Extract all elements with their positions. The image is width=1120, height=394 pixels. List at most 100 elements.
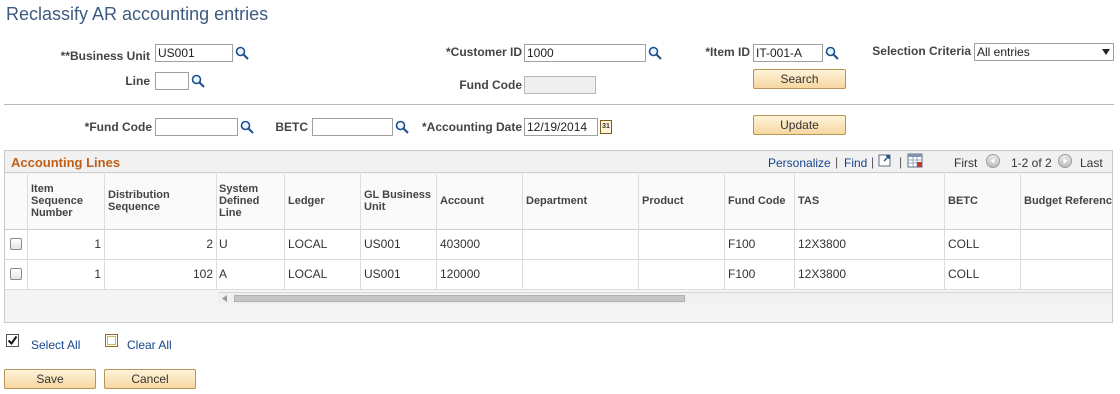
col-department: Department [526, 195, 588, 207]
col-system-defined-line3: Line [219, 207, 242, 219]
update-button[interactable]: Update [753, 115, 846, 135]
prev-icon[interactable] [986, 154, 1000, 168]
cell-system-defined: U [219, 237, 228, 251]
column-divider [1020, 174, 1021, 290]
col-gl-business-unit-line1: GL Business [364, 189, 432, 201]
cell-item-sequence: 1 [94, 237, 101, 251]
cell-item-sequence: 1 [94, 267, 101, 281]
line-input[interactable] [155, 72, 189, 90]
cell-gl-business-unit: US001 [364, 267, 401, 281]
column-divider [216, 174, 217, 290]
search-button[interactable]: Search [753, 69, 846, 89]
find-link[interactable]: Find [844, 156, 867, 170]
next-icon[interactable] [1058, 154, 1072, 168]
cell-gl-business-unit: US001 [364, 237, 401, 251]
cell-ledger: LOCAL [288, 267, 328, 281]
select-all-checkbox-icon[interactable] [6, 334, 19, 347]
grid-title: Accounting Lines [11, 155, 121, 170]
line-lookup-icon[interactable] [191, 74, 205, 88]
selection-criteria-label: Selection Criteria [872, 44, 971, 58]
col-system-defined-line2: Defined [219, 195, 260, 207]
col-ledger: Ledger [288, 195, 325, 207]
clear-all-link[interactable]: Clear All [127, 338, 172, 352]
fund-code-criteria-label: Fund Code [459, 78, 522, 92]
betc-input[interactable] [312, 118, 393, 136]
cell-system-defined: A [219, 267, 228, 281]
cell-distribution-sequence: 2 [206, 237, 213, 251]
col-fund-code: Fund Code [728, 195, 786, 207]
column-divider [944, 174, 945, 290]
accounting-date-label: *Accounting Date [421, 120, 522, 134]
business-unit-input[interactable]: US001 [155, 44, 233, 62]
nav-separator: | [899, 155, 903, 169]
cell-tas: 12X3800 [798, 267, 847, 281]
customer-id-input[interactable]: 1000 [524, 44, 646, 62]
column-divider [104, 174, 105, 290]
nav-separator: | [835, 155, 839, 169]
column-divider [436, 174, 437, 290]
cell-betc: COLL [948, 267, 980, 281]
col-item-sequence-line3: Number [31, 207, 73, 219]
column-divider [638, 174, 639, 290]
download-icon[interactable] [907, 153, 923, 168]
col-gl-business-unit-line2: Unit [364, 201, 386, 213]
betc-label: BETC [275, 120, 308, 134]
fund-code-label: *Fund Code [84, 120, 152, 134]
col-account: Account [440, 195, 484, 207]
business-unit-lookup-icon[interactable] [235, 46, 249, 60]
nav-separator: | [871, 155, 875, 169]
column-divider [27, 174, 28, 290]
fund-code-lookup-icon[interactable] [240, 120, 254, 134]
row-select-checkbox[interactable] [10, 268, 22, 280]
fund-code-input[interactable] [155, 118, 238, 136]
first-label: First [954, 156, 978, 170]
column-divider [284, 174, 285, 290]
cell-distribution-sequence: 102 [192, 267, 213, 281]
save-button[interactable]: Save [4, 369, 96, 389]
select-all-link[interactable]: Select All [31, 338, 80, 352]
cell-tas: 12X3800 [798, 237, 847, 251]
last-label: Last [1080, 156, 1103, 170]
item-id-input[interactable]: IT-001-A [753, 44, 823, 62]
scroll-left-icon[interactable] [222, 295, 228, 302]
col-distribution-sequence-line2: Sequence [108, 201, 160, 213]
col-system-defined-line1: System [219, 183, 259, 195]
selection-criteria-select[interactable]: All entries [974, 43, 1114, 61]
cell-ledger: LOCAL [288, 237, 328, 251]
col-budget-reference: Budget Reference [1024, 195, 1112, 207]
dropdown-arrow-icon [1102, 49, 1110, 55]
cell-betc: COLL [948, 237, 980, 251]
item-id-lookup-icon[interactable] [825, 46, 839, 60]
zoom-icon[interactable] [878, 153, 892, 167]
page-title: Reclassify AR accounting entries [6, 4, 269, 24]
col-system-defined-line: System Defined Line [219, 183, 259, 219]
col-item-sequence-line2: Sequence [31, 195, 83, 207]
col-tas: TAS [798, 195, 820, 207]
col-distribution-sequence: Distribution Sequence [108, 189, 170, 213]
col-item-sequence: Item Sequence Number [31, 183, 83, 219]
cancel-button[interactable]: Cancel [104, 369, 196, 389]
column-divider [794, 174, 795, 290]
customer-id-lookup-icon[interactable] [648, 46, 662, 60]
line-label: Line [125, 74, 150, 88]
col-gl-business-unit: GL Business Unit [364, 189, 431, 213]
cell-account: 403000 [440, 237, 481, 251]
section-divider [4, 104, 1114, 105]
calendar-icon[interactable]: 31 [600, 120, 612, 134]
accounting-date-input[interactable]: 12/19/2014 [524, 118, 598, 136]
personalize-link[interactable]: Personalize [768, 156, 831, 170]
customer-id-label: *Customer ID [445, 45, 522, 59]
column-divider [724, 174, 725, 290]
selection-criteria-value: All entries [977, 45, 1030, 59]
business-unit-label: **Business Unit [60, 49, 150, 63]
clear-all-checkbox-icon[interactable] [105, 334, 118, 347]
betc-lookup-icon[interactable] [395, 120, 409, 134]
col-product: Product [642, 195, 684, 207]
row-select-checkbox[interactable] [10, 238, 22, 250]
horizontal-scrollbar-thumb[interactable] [234, 295, 685, 302]
column-divider [522, 174, 523, 290]
column-divider [360, 174, 361, 290]
grid-header-bar [5, 151, 1112, 173]
cell-fund-code: F100 [728, 237, 756, 251]
cell-fund-code: F100 [728, 267, 756, 281]
